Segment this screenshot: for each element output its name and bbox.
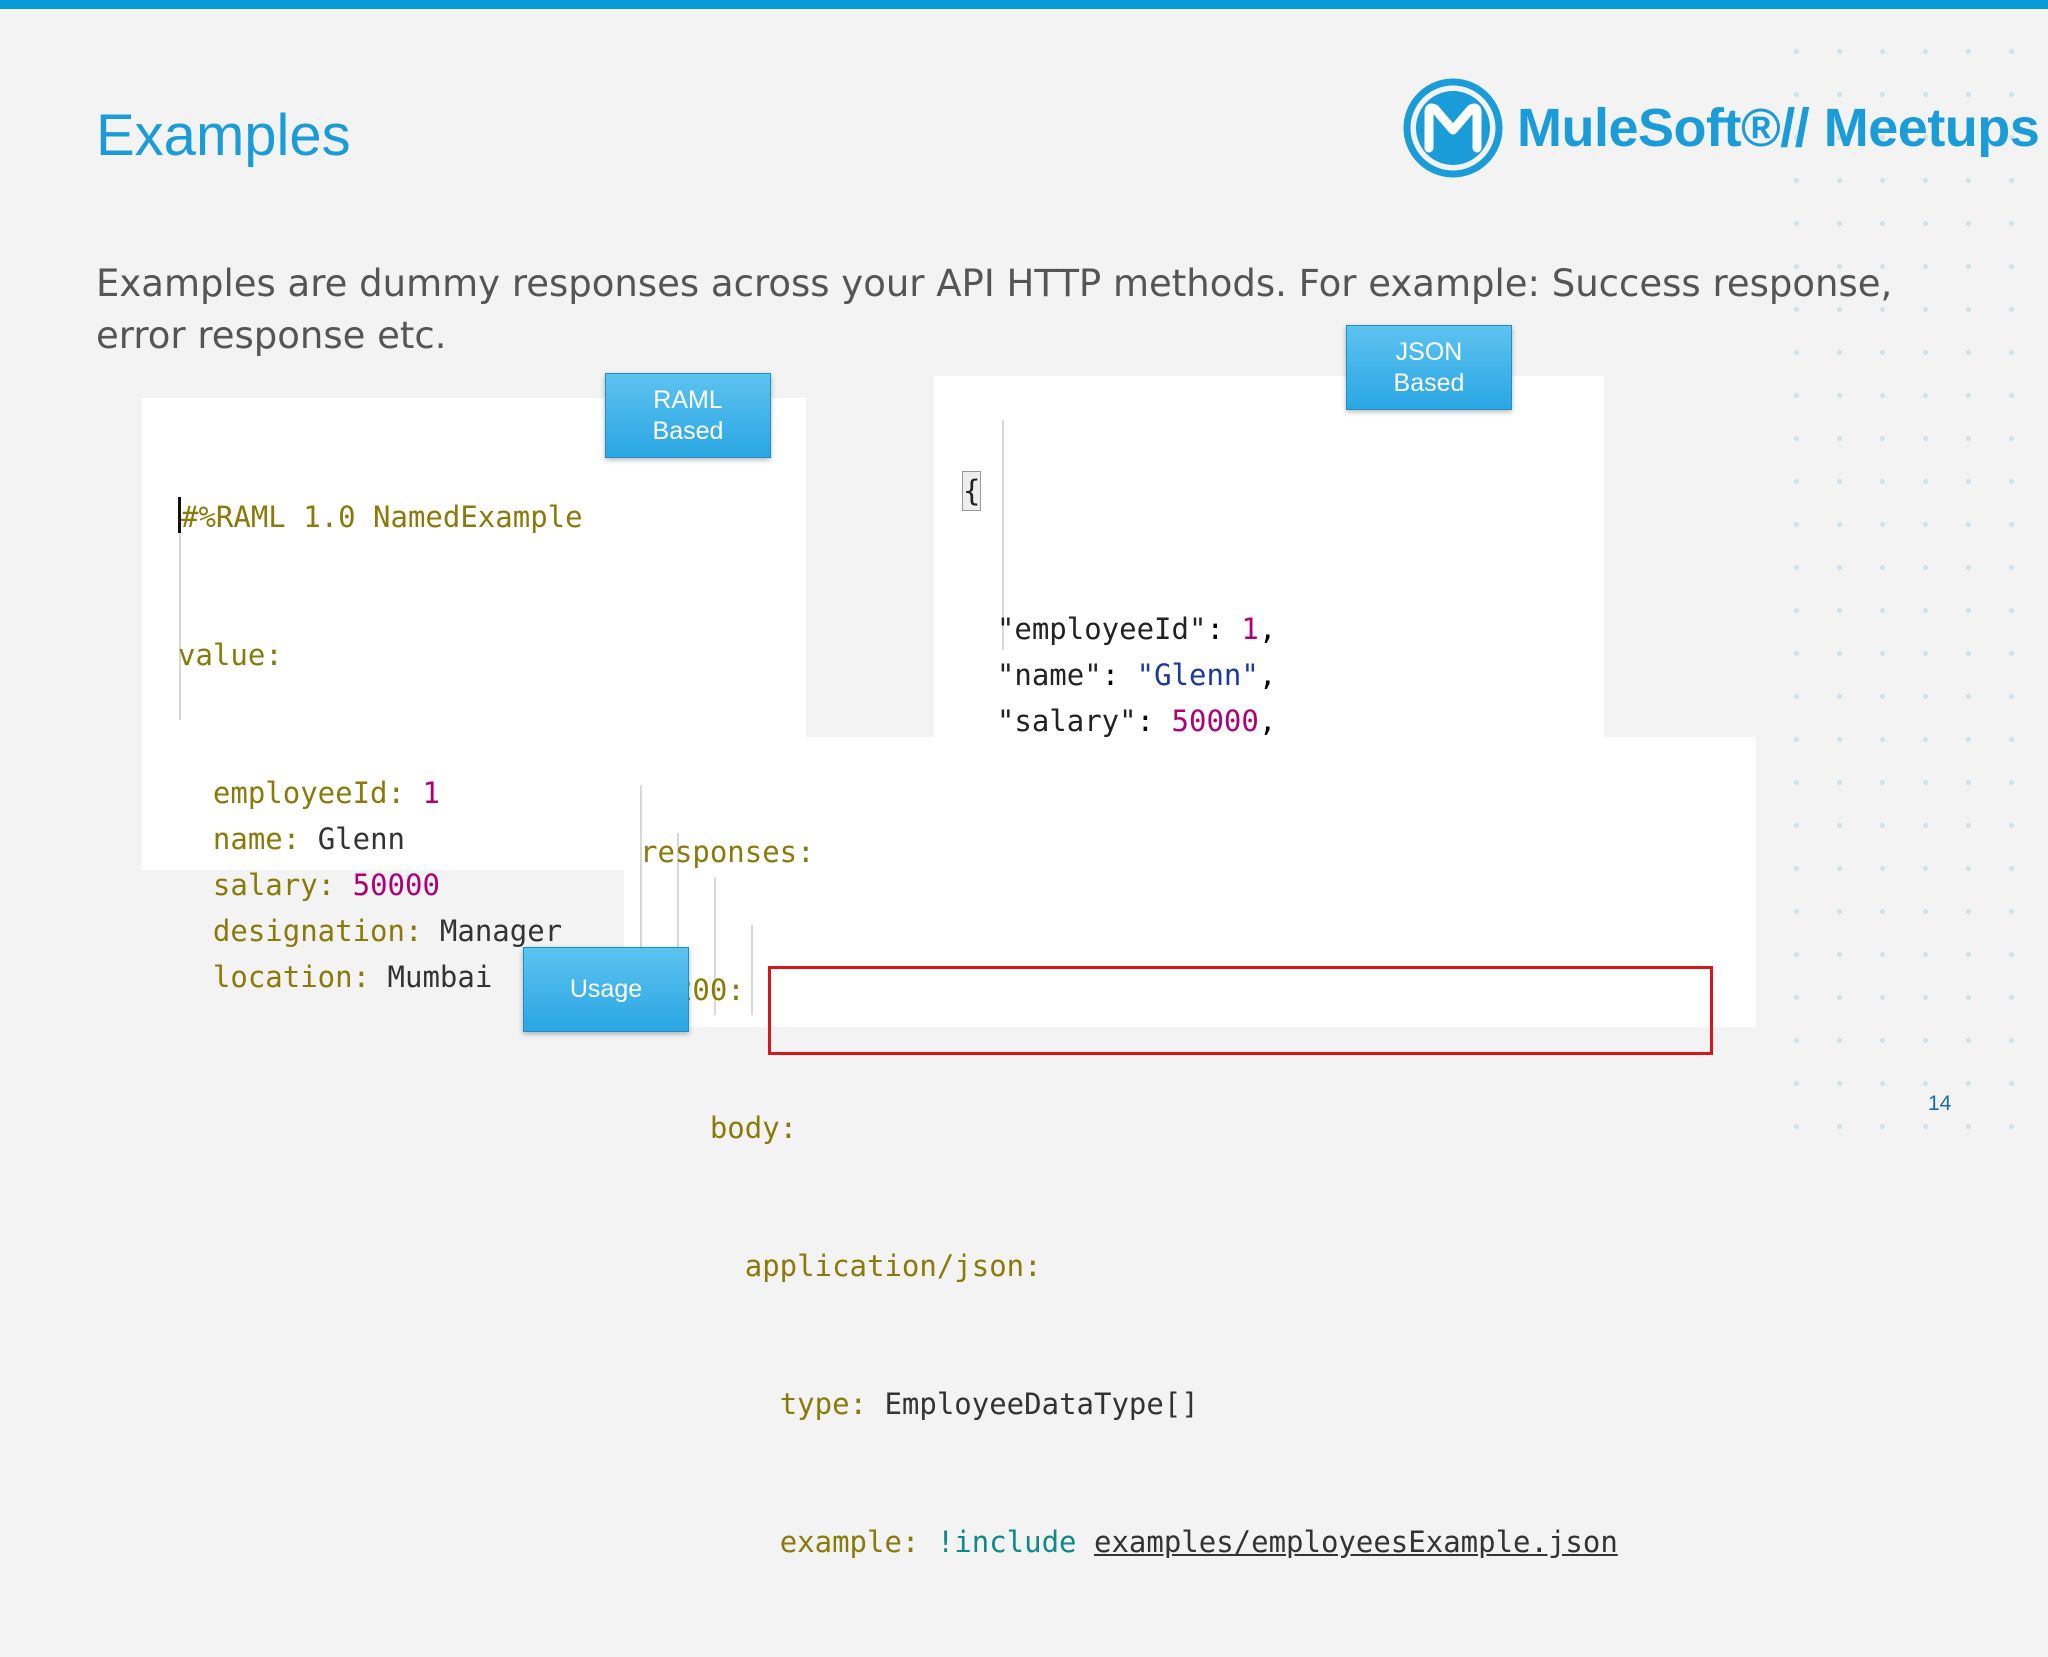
- raml-header: #%RAML 1.0 NamedExample: [181, 500, 583, 534]
- json-field-key: "employeeId": [996, 612, 1207, 646]
- raml-field-key: location:: [212, 960, 371, 994]
- raml-field-key: designation:: [212, 914, 423, 948]
- json-field-row: "employeeId": 1,: [996, 612, 1277, 646]
- usage-badge: Usage: [523, 947, 689, 1032]
- raml-value-key: value:: [178, 638, 283, 672]
- raml-field-value: Glenn: [317, 822, 406, 856]
- raml-field-value: 50000: [352, 868, 440, 902]
- top-accent-bar: [0, 0, 2048, 9]
- raml-field-row: designation: Manager: [178, 908, 583, 954]
- raml-based-badge: RAML Based: [605, 373, 771, 458]
- json-field-value: 1: [1241, 612, 1259, 646]
- raml-field-key: salary:: [212, 868, 336, 902]
- json-field-key: "salary": [996, 704, 1137, 738]
- highlight-box: [768, 966, 1713, 1055]
- badge-line: RAML: [653, 385, 723, 414]
- mulesoft-m-icon: [1403, 78, 1503, 178]
- raml-field-row: name: Glenn: [178, 816, 583, 862]
- badge-line: JSON: [1395, 337, 1463, 366]
- slide-description: Examples are dummy responses across your…: [96, 262, 1893, 357]
- include-path: examples/employeesExample.json: [1094, 1525, 1618, 1559]
- json-field-value: "Glenn": [1136, 658, 1259, 692]
- json-field-key: "name": [996, 658, 1102, 692]
- page-number: 14: [1928, 1092, 1952, 1115]
- raml-field-row: location: Mumbai: [178, 954, 583, 1000]
- raml-field-value: Mumbai: [387, 960, 493, 994]
- json-example-panel: { "employeeId": 1, "name": "Glenn", "sal…: [934, 376, 1604, 971]
- raml-field-key: employeeId:: [212, 776, 405, 810]
- badge-line: Usage: [569, 975, 643, 1003]
- badge-line: Based: [652, 416, 724, 445]
- raml-field-value: Manager: [439, 914, 563, 948]
- usage-code: responses: 200: body: application/json: …: [640, 737, 1618, 1657]
- raml-field-value: 1: [422, 776, 440, 810]
- json-based-badge: JSON Based: [1346, 325, 1512, 410]
- responses-key: responses:: [640, 835, 815, 869]
- body-key: body:: [709, 1111, 798, 1145]
- json-field-value: 50000: [1171, 704, 1259, 738]
- raml-field-row: salary: 50000: [178, 862, 583, 908]
- json-open-brace: {: [962, 471, 982, 511]
- raml-fields: employeeId: 1 name: Glenn salary: 50000 …: [178, 770, 583, 1000]
- type-value: EmployeeDataType[]: [884, 1387, 1199, 1421]
- example-key: example:: [779, 1525, 920, 1559]
- raml-code: #%RAML 1.0 NamedExample value: employeeI…: [178, 402, 583, 1092]
- mulesoft-meetups-logo: MuleSoft®// Meetups: [1403, 78, 2040, 178]
- raml-field-key: name:: [212, 822, 301, 856]
- json-field-row: "name": "Glenn",: [996, 658, 1277, 692]
- decorative-dot-pattern: [1775, 30, 2040, 1130]
- type-key: type:: [779, 1387, 867, 1421]
- media-type-key: application/json:: [744, 1249, 1042, 1283]
- slide-title: Examples: [96, 103, 351, 168]
- include-tag: !include: [936, 1525, 1077, 1559]
- logo-text: MuleSoft®// Meetups: [1517, 98, 2040, 158]
- raml-field-row: employeeId: 1: [178, 770, 583, 816]
- badge-line: Based: [1393, 368, 1465, 397]
